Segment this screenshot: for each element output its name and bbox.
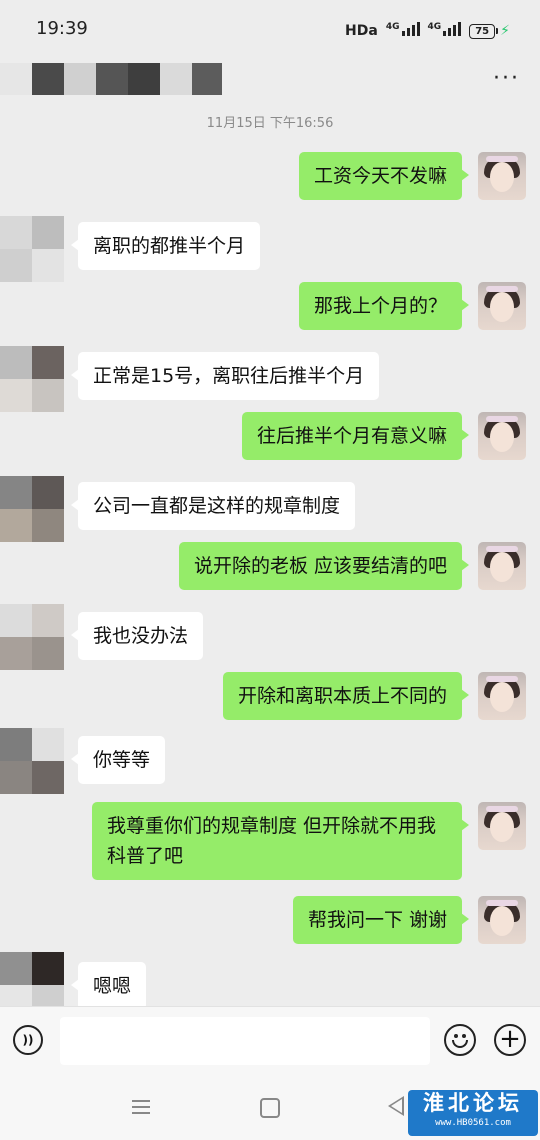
- battery-icon: 75 ⚡: [469, 23, 510, 39]
- message-bubble-outgoing[interactable]: 工资今天不发嘛: [298, 152, 470, 200]
- watermark-title: 淮北论坛: [423, 1091, 523, 1115]
- my-avatar[interactable]: [478, 896, 526, 944]
- message-input-bar: )) +: [0, 1006, 540, 1073]
- message-bubble-outgoing[interactable]: 说开除的老板 应该要结清的吧: [178, 542, 470, 590]
- my-avatar[interactable]: [478, 802, 526, 850]
- contact-avatar[interactable]: [0, 476, 64, 542]
- signal-icon-2: 4G: [428, 22, 462, 40]
- forum-watermark: 淮北论坛 www.HB0561.com: [408, 1090, 538, 1136]
- message-bubble-outgoing[interactable]: 那我上个月的？: [298, 282, 470, 330]
- chat-title-mosaic: [0, 63, 222, 95]
- more-actions-button[interactable]: +: [494, 1024, 526, 1056]
- message-timestamp: 11月15日 下午16:56: [206, 116, 334, 131]
- battery-level: 75: [469, 23, 496, 39]
- signal-icon: 4G: [386, 22, 420, 40]
- emoji-button[interactable]: [444, 1024, 476, 1056]
- status-bar: 19:39 HDa 4G 4G 75 ⚡: [0, 0, 540, 60]
- contact-avatar[interactable]: [0, 216, 64, 282]
- message-bubble-incoming[interactable]: 我也没办法: [70, 612, 204, 660]
- my-avatar[interactable]: [478, 152, 526, 200]
- hd-indicator: HDa: [345, 23, 378, 39]
- message-bubble-incoming[interactable]: 正常是15号，离职往后推半个月: [70, 352, 380, 400]
- watermark-url: www.HB0561.com: [435, 1118, 511, 1128]
- charging-icon: ⚡: [500, 23, 510, 39]
- message-bubble-incoming[interactable]: 嗯嗯: [70, 962, 147, 1010]
- chat-header: ···: [0, 60, 540, 100]
- more-options-button[interactable]: ···: [493, 68, 520, 90]
- status-icons: HDa 4G 4G 75 ⚡: [345, 22, 510, 40]
- message-bubble-outgoing[interactable]: 帮我问一下 谢谢: [292, 896, 470, 944]
- message-bubble-outgoing[interactable]: 开除和离职本质上不同的: [222, 672, 470, 720]
- status-time: 19:39: [36, 18, 88, 39]
- contact-avatar[interactable]: [0, 604, 64, 670]
- home-button[interactable]: [260, 1098, 280, 1118]
- message-bubble-incoming[interactable]: 公司一直都是这样的规章制度: [70, 482, 356, 530]
- message-bubble-outgoing[interactable]: 往后推半个月有意义嘛: [241, 412, 470, 460]
- message-bubble-incoming[interactable]: 离职的都推半个月: [70, 222, 261, 270]
- my-avatar[interactable]: [478, 412, 526, 460]
- message-bubble-outgoing[interactable]: 我尊重你们的规章制度 但开除就不用我科普了吧: [92, 802, 469, 880]
- message-input[interactable]: [60, 1017, 430, 1065]
- contact-avatar[interactable]: [0, 728, 64, 794]
- back-button[interactable]: [388, 1096, 404, 1116]
- recent-apps-button[interactable]: [132, 1100, 150, 1114]
- my-avatar[interactable]: [478, 282, 526, 330]
- my-avatar[interactable]: [478, 542, 526, 590]
- contact-avatar[interactable]: [0, 346, 64, 412]
- voice-input-button[interactable]: )): [13, 1025, 43, 1055]
- message-bubble-incoming[interactable]: 你等等: [70, 736, 166, 784]
- my-avatar[interactable]: [478, 672, 526, 720]
